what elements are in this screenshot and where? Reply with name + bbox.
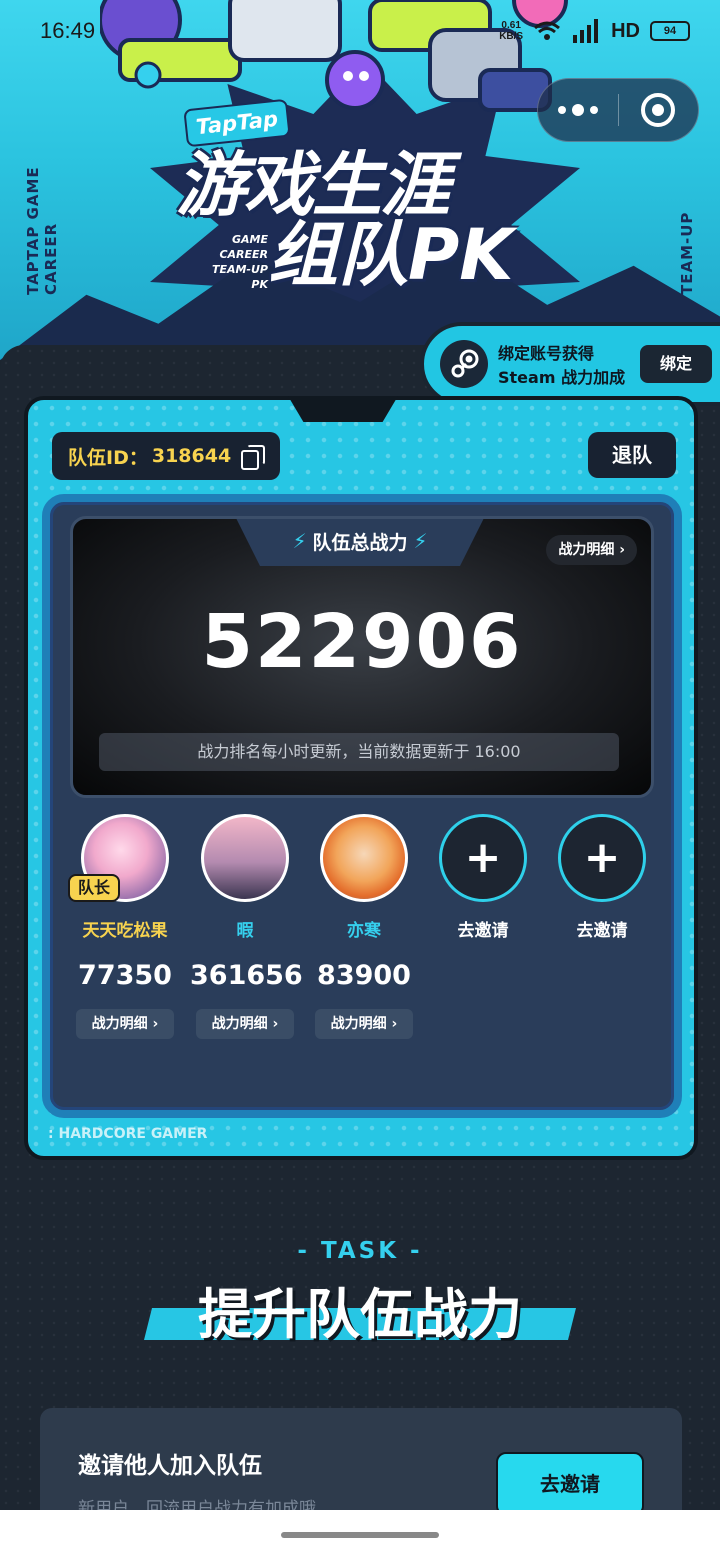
member-list: 队长 天天吃松果 77350 战力明细 › 暇 361656 战力明细 › 亦寒 <box>68 814 670 1064</box>
power-detail-label: 战力明细 <box>558 542 615 558</box>
member-item: 队长 天天吃松果 77350 战力明细 › <box>68 814 180 1039</box>
member-detail-label: 战力明细 <box>211 1016 268 1032</box>
task-title: 提升队伍战力 <box>198 1283 522 1346</box>
invite-avatar[interactable]: + <box>558 814 646 902</box>
member-name: 亦寒 <box>347 921 381 941</box>
hardcore-gamer-tag: : HARDCORE GAMER <box>48 1126 208 1142</box>
task-title-block: 提升队伍战力 <box>144 1270 576 1346</box>
member-power: 77350 <box>78 960 172 991</box>
member-detail-label: 战力明细 <box>91 1016 148 1032</box>
team-card: 队伍ID： 318644 退队 ⚡ 队伍总战力 ⚡ 战力明细 › 522906 … <box>24 396 698 1160</box>
total-power-tab: ⚡ 队伍总战力 ⚡ <box>235 519 485 566</box>
member-power: 361656 <box>190 960 303 991</box>
card-notch <box>288 396 398 422</box>
quit-team-button[interactable]: 退队 <box>588 432 676 478</box>
steam-icon <box>440 340 488 388</box>
chevron-right-icon: › <box>386 1016 398 1032</box>
invite-label: 去邀请 <box>457 921 509 941</box>
avatar[interactable] <box>320 814 408 902</box>
task-card-title: 邀请他人加入队伍 <box>78 1453 262 1479</box>
member-name: 暇 <box>236 921 254 941</box>
team-id-value: 318644 <box>151 445 232 467</box>
team-inner-panel: ⚡ 队伍总战力 ⚡ 战力明细 › 522906 战力排名每小时更新，当前数据更新… <box>42 494 682 1118</box>
invite-slot[interactable]: + 去邀请 <box>428 814 538 941</box>
wifi-icon <box>534 21 561 40</box>
leader-badge: 队长 <box>68 874 120 902</box>
invite-label: 去邀请 <box>576 921 628 941</box>
member-detail-button[interactable]: 战力明细 › <box>315 1009 413 1039</box>
invite-slot[interactable]: + 去邀请 <box>547 814 657 941</box>
battery-icon: 94 <box>650 21 690 41</box>
total-power-screen: ⚡ 队伍总战力 ⚡ 战力明细 › 522906 战力排名每小时更新，当前数据更新… <box>70 516 654 798</box>
network-speed: 0.61 KB/S <box>499 20 523 42</box>
steam-bind-text: 绑定账号获得 Steam 战力加成 <box>498 342 638 390</box>
total-power-label: 队伍总战力 <box>312 531 408 554</box>
status-bar: 16:49 0.61 KB/S HD 94 <box>0 0 720 62</box>
hero-subtitle: GAME CAREER TEAM-UP PK <box>211 233 268 291</box>
steam-line2: Steam 战力加成 <box>498 368 626 387</box>
member-item: 亦寒 83900 战力明细 › <box>309 814 419 1039</box>
more-dots-icon <box>557 104 598 116</box>
steam-bind-banner[interactable]: 绑定账号获得 Steam 战力加成 绑定 <box>420 322 720 406</box>
update-note: 战力排名每小时更新，当前数据更新于 16:00 <box>99 733 619 771</box>
bolt-icon: ⚡ <box>292 529 307 553</box>
member-power: 83900 <box>317 960 411 991</box>
member-name: 天天吃松果 <box>82 921 168 941</box>
member-item: 暇 361656 战力明细 › <box>190 814 303 1039</box>
member-detail-button[interactable]: 战力明细 › <box>76 1009 174 1039</box>
status-time: 16:49 <box>40 18 96 43</box>
steam-line1: 绑定账号获得 <box>498 344 595 363</box>
invite-task-button[interactable]: 去邀请 <box>496 1452 644 1516</box>
miniprogram-capsule <box>537 78 699 142</box>
power-detail-button[interactable]: 战力明细 › <box>546 535 637 565</box>
hero-title-line2: 组队PK <box>268 214 514 296</box>
copy-icon[interactable] <box>241 445 266 470</box>
total-power-value: 522906 <box>201 599 523 685</box>
hd-indicator: HD <box>611 19 640 42</box>
bind-button[interactable]: 绑定 <box>640 345 712 383</box>
system-nav-bar <box>0 1510 720 1560</box>
more-menu-button[interactable] <box>538 78 618 142</box>
team-id-box[interactable]: 队伍ID： 318644 <box>52 432 280 480</box>
close-miniprogram-button[interactable] <box>619 78 699 142</box>
chevron-right-icon: › <box>267 1016 279 1032</box>
chevron-right-icon: › <box>147 1016 159 1032</box>
net-speed-unit: KB/S <box>499 31 524 42</box>
plus-icon: + <box>583 832 621 883</box>
team-id-label: 队伍ID： <box>68 446 148 469</box>
member-detail-label: 战力明细 <box>330 1016 387 1032</box>
chevron-right-icon: › <box>619 542 625 558</box>
hero-side-text-right: TEAM-UP <box>678 211 696 295</box>
home-indicator[interactable] <box>281 1532 439 1538</box>
member-detail-button[interactable]: 战力明细 › <box>196 1009 294 1039</box>
close-target-icon <box>641 93 676 127</box>
invite-avatar[interactable]: + <box>439 814 527 902</box>
signal-icon <box>573 19 599 43</box>
net-speed-value: 0.61 <box>501 20 521 31</box>
avatar[interactable] <box>201 814 289 902</box>
task-tag: - TASK - <box>297 1238 423 1264</box>
status-icons: 0.61 KB/S HD 94 <box>499 16 690 46</box>
plus-icon: + <box>464 832 502 883</box>
bolt-icon: ⚡ <box>413 529 428 553</box>
hero-side-text-left: TAPTAP GAME CAREER <box>24 166 60 295</box>
